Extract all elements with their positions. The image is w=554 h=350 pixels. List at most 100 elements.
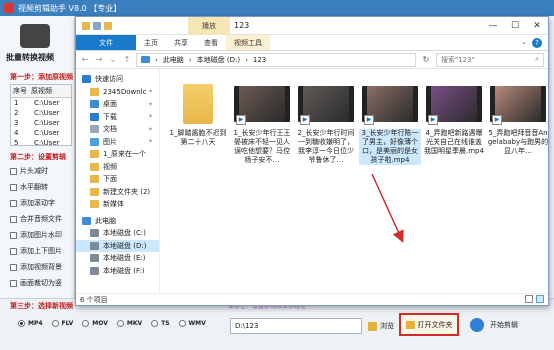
- source-video-table[interactable]: 序号 原视频 1 C:\User 2 C:\User 3 C:\User 4 C:\Us…: [10, 84, 72, 148]
- format-radio[interactable]: WMV: [178, 320, 206, 327]
- close-button[interactable]: ✕: [526, 17, 548, 35]
- search-input[interactable]: 搜索"123" ⌕: [436, 52, 544, 67]
- expand-ribbon-icon[interactable]: ⌄: [521, 38, 527, 48]
- radio-icon[interactable]: [116, 320, 124, 327]
- radio-icon[interactable]: [82, 320, 90, 327]
- option-checkbox[interactable]: 画面裁切为竖: [10, 278, 62, 288]
- checkbox-icon[interactable]: [10, 183, 17, 191]
- large-icons-view-icon[interactable]: [536, 295, 544, 303]
- play-context-tab[interactable]: 播放: [188, 17, 230, 35]
- nav-item[interactable]: 下面: [76, 173, 159, 186]
- maximize-button[interactable]: ☐: [504, 17, 526, 35]
- nav-item[interactable]: 快速访问: [76, 73, 159, 86]
- checkbox-icon[interactable]: [10, 167, 17, 175]
- explorer-titlebar[interactable]: 播放 123 — ☐ ✕: [76, 17, 548, 35]
- tab-share[interactable]: 共享: [166, 35, 196, 50]
- checkbox-icon[interactable]: [10, 263, 17, 271]
- radio-icon[interactable]: [18, 320, 25, 327]
- checkbox-icon[interactable]: [10, 215, 17, 223]
- col-source: 原视频: [31, 87, 52, 95]
- batch-convert-button[interactable]: 批量转换视频: [6, 52, 54, 63]
- nav-item[interactable]: 本地磁盘 (E:): [76, 252, 159, 265]
- back-arrow-icon[interactable]: ←: [80, 55, 90, 64]
- video-file-item[interactable]: ▶ 1_长安少年行王王晏被床不轻一见人误吃他想要？马倥杨子安不…: [232, 81, 292, 165]
- file-thumbnail: ▶: [426, 81, 482, 127]
- minimize-button[interactable]: —: [482, 17, 504, 35]
- ribbon-tabs: 文件 主页 共享 查看 视频工具 ⌄ ?: [76, 35, 548, 51]
- radio-icon[interactable]: [151, 320, 159, 327]
- folder-item[interactable]: 1_脚踏酱胞不迟到第二十八天: [168, 81, 228, 165]
- open-folder-button[interactable]: 打开文件夹: [399, 313, 459, 336]
- nav-item[interactable]: 本地磁盘 (C:): [76, 227, 159, 240]
- format-radio[interactable]: MP4: [18, 320, 43, 327]
- option-label: 水平翻转: [20, 183, 48, 191]
- radio-icon[interactable]: [51, 320, 59, 327]
- format-radio[interactable]: MKV: [116, 320, 142, 327]
- option-checkbox[interactable]: 添加滚动字: [10, 198, 55, 208]
- nav-item[interactable]: 1_原来在一个: [76, 148, 159, 161]
- nav-item[interactable]: 2345Downlc ✦: [76, 86, 159, 99]
- breadcrumb-drive-d[interactable]: 本地磁盘 (D:): [197, 55, 240, 65]
- table-row[interactable]: 5 C:\User: [11, 138, 71, 148]
- address-bar[interactable]: › 此电脑 › 本地磁盘 (D:) › 123: [136, 52, 416, 67]
- format-radio[interactable]: TS: [151, 320, 170, 327]
- nav-item[interactable]: 本地磁盘 (D:): [76, 239, 159, 252]
- tab-file[interactable]: 文件: [76, 35, 136, 50]
- video-file-item[interactable]: ▶ 3_长安少年行陈一了男主，好像薄个口，是美丽的是女孩子啦.mp4: [359, 81, 421, 165]
- nav-item[interactable]: 新建文件夹 (2): [76, 186, 159, 199]
- breadcrumb-this-pc[interactable]: 此电脑: [163, 55, 184, 65]
- start-edit-button[interactable]: 开始剪辑: [470, 318, 518, 332]
- table-row[interactable]: 1 C:\User: [11, 98, 71, 108]
- file-list-area[interactable]: 1_脚踏酱胞不迟到第二十八天 ▶ 1_长安少年行王王晏被床不轻一见人误吃他想要？马倥…: [160, 69, 548, 293]
- video-file-item[interactable]: ▶ 2_长安少年行时间一到糖收嫌明了，我李淳一今日位少爷鲁休了…: [296, 81, 356, 165]
- breadcrumb-folder-123[interactable]: 123: [253, 56, 266, 64]
- folder-icon[interactable]: [82, 21, 90, 30]
- option-checkbox[interactable]: 添加上下图片: [10, 246, 62, 256]
- option-checkbox[interactable]: 添加视频背景: [10, 262, 62, 272]
- drive-icon: [90, 254, 99, 263]
- nav-item[interactable]: 下载 ✦: [76, 111, 159, 124]
- table-row[interactable]: 2 C:\User: [11, 108, 71, 118]
- refresh-icon[interactable]: ↻: [420, 55, 432, 64]
- checkbox-icon[interactable]: [10, 247, 17, 255]
- video-file-item[interactable]: ▶ 4_弄跑吧新路遇曝光关自己在线谁盖我国明星季晨.mp4: [424, 81, 484, 165]
- video-file-item[interactable]: ▶ 5_弄跑吧拜音音Angelababy与跑男的显八年…: [488, 81, 548, 165]
- details-view-icon[interactable]: [525, 295, 533, 303]
- nav-item[interactable]: 新媒体: [76, 198, 159, 211]
- option-checkbox[interactable]: 片头减时: [10, 166, 48, 176]
- checkbox-icon[interactable]: [10, 279, 17, 287]
- checkbox-icon[interactable]: [10, 231, 17, 239]
- recent-dropdown-icon[interactable]: ⌄: [108, 55, 118, 64]
- nav-item[interactable]: 视频: [76, 161, 159, 174]
- option-checkbox[interactable]: 合并音频文件: [10, 214, 62, 224]
- checkbox-icon[interactable]: [10, 199, 17, 207]
- new-folder-icon[interactable]: [104, 21, 112, 30]
- nav-item[interactable]: 此电脑: [76, 215, 159, 228]
- forward-arrow-icon[interactable]: →: [94, 55, 104, 64]
- output-path-input[interactable]: D:\123: [230, 318, 362, 334]
- properties-icon[interactable]: [93, 21, 101, 30]
- option-checkbox[interactable]: 添加图片水印: [10, 230, 62, 240]
- browse-button[interactable]: 浏览: [368, 318, 394, 334]
- table-row[interactable]: 3 C:\User: [11, 118, 71, 128]
- format-radio-group[interactable]: MP4 FLV MOV MKV TS WMV: [18, 320, 206, 327]
- option-checkbox[interactable]: 水平翻转: [10, 182, 48, 192]
- nav-item-label: 此电脑: [95, 216, 116, 225]
- nav-item[interactable]: 图片 ✦: [76, 136, 159, 149]
- navigation-pane[interactable]: 快速访问 2345Downlc ✦ 桌面 ✦ 下载 ✦ 文档 ✦ 图片 ✦ 1_原来在一个 视频 下面 新建…: [76, 69, 160, 293]
- tab-video-tools[interactable]: 视频工具: [226, 35, 270, 50]
- table-row[interactable]: 4 C:\User: [11, 128, 71, 138]
- nav-item[interactable]: 桌面 ✦: [76, 98, 159, 111]
- step1-label: 第一步：添加原视频: [10, 73, 73, 81]
- nav-item[interactable]: 本地磁盘 (F:): [76, 265, 159, 278]
- file-explorer-window[interactable]: 播放 123 — ☐ ✕ 文件 主页 共享 查看 视频工具 ⌄ ? ← → ⌄ …: [75, 16, 549, 306]
- tab-home[interactable]: 主页: [136, 35, 166, 50]
- nav-item[interactable]: 文档 ✦: [76, 123, 159, 136]
- up-arrow-icon[interactable]: ↑: [122, 55, 132, 64]
- format-radio[interactable]: FLV: [51, 320, 73, 327]
- radio-icon[interactable]: [178, 320, 186, 327]
- help-icon[interactable]: ?: [532, 38, 542, 48]
- format-radio[interactable]: MOV: [82, 320, 108, 327]
- nav-item-label: 本地磁盘 (C:): [103, 229, 146, 238]
- tab-view[interactable]: 查看: [196, 35, 226, 50]
